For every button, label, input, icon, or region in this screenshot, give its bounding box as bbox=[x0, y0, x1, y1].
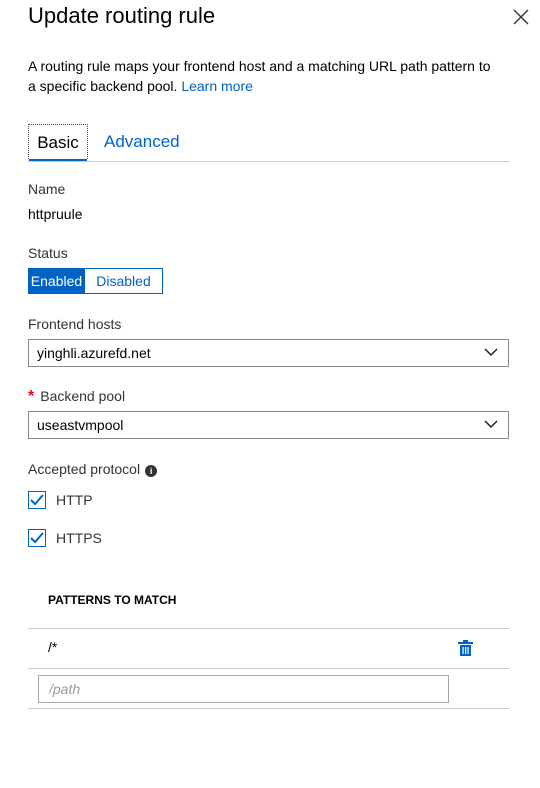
https-checkbox-row[interactable]: HTTPS bbox=[28, 528, 102, 548]
learn-more-link[interactable]: Learn more bbox=[181, 78, 253, 94]
http-checkbox-row[interactable]: HTTP bbox=[28, 490, 93, 510]
new-pattern-input[interactable] bbox=[38, 675, 449, 703]
patterns-header: PATTERNS TO MATCH bbox=[48, 593, 177, 607]
tab-basic[interactable]: Basic bbox=[28, 124, 88, 161]
pattern-row-value: /* bbox=[48, 639, 58, 655]
divider bbox=[28, 668, 509, 669]
status-label: Status bbox=[28, 245, 68, 261]
accepted-protocol-label-text: Accepted protocol bbox=[28, 461, 141, 477]
status-toggle: Enabled Disabled bbox=[28, 268, 163, 294]
checkmark-icon bbox=[30, 532, 44, 544]
checkmark-icon bbox=[30, 494, 44, 506]
frontend-hosts-select[interactable]: yinghli.azurefd.net bbox=[28, 339, 509, 367]
http-label: HTTP bbox=[56, 492, 93, 508]
https-checkbox[interactable] bbox=[28, 529, 46, 547]
name-label: Name bbox=[28, 181, 66, 197]
accepted-protocol-label: Accepted protocol i bbox=[28, 461, 158, 477]
info-icon[interactable]: i bbox=[145, 465, 158, 477]
backend-pool-label: * Backend pool bbox=[28, 388, 125, 406]
status-enabled-button[interactable]: Enabled bbox=[29, 269, 84, 293]
panel-title: Update routing rule bbox=[28, 3, 216, 28]
backend-pool-label-text: Backend pool bbox=[40, 388, 126, 404]
divider bbox=[28, 628, 509, 629]
required-marker: * bbox=[28, 388, 35, 405]
tab-bar: Basic Advanced bbox=[28, 124, 509, 162]
frontend-hosts-label: Frontend hosts bbox=[28, 316, 122, 332]
backend-pool-value: useastvmpool bbox=[37, 417, 124, 433]
name-value: httpruule bbox=[28, 206, 83, 222]
trash-icon[interactable] bbox=[458, 640, 473, 656]
chevron-down-icon bbox=[484, 420, 498, 429]
divider bbox=[28, 708, 509, 709]
tab-advanced[interactable]: Advanced bbox=[104, 124, 180, 159]
backend-pool-select[interactable]: useastvmpool bbox=[28, 411, 509, 439]
description: A routing rule maps your frontend host a… bbox=[28, 56, 498, 96]
close-icon[interactable] bbox=[510, 6, 532, 28]
https-label: HTTPS bbox=[56, 530, 102, 546]
status-disabled-button[interactable]: Disabled bbox=[84, 269, 162, 293]
description-text: A routing rule maps your frontend host a… bbox=[28, 58, 491, 94]
frontend-hosts-value: yinghli.azurefd.net bbox=[37, 345, 151, 361]
http-checkbox[interactable] bbox=[28, 491, 46, 509]
chevron-down-icon bbox=[484, 348, 498, 357]
